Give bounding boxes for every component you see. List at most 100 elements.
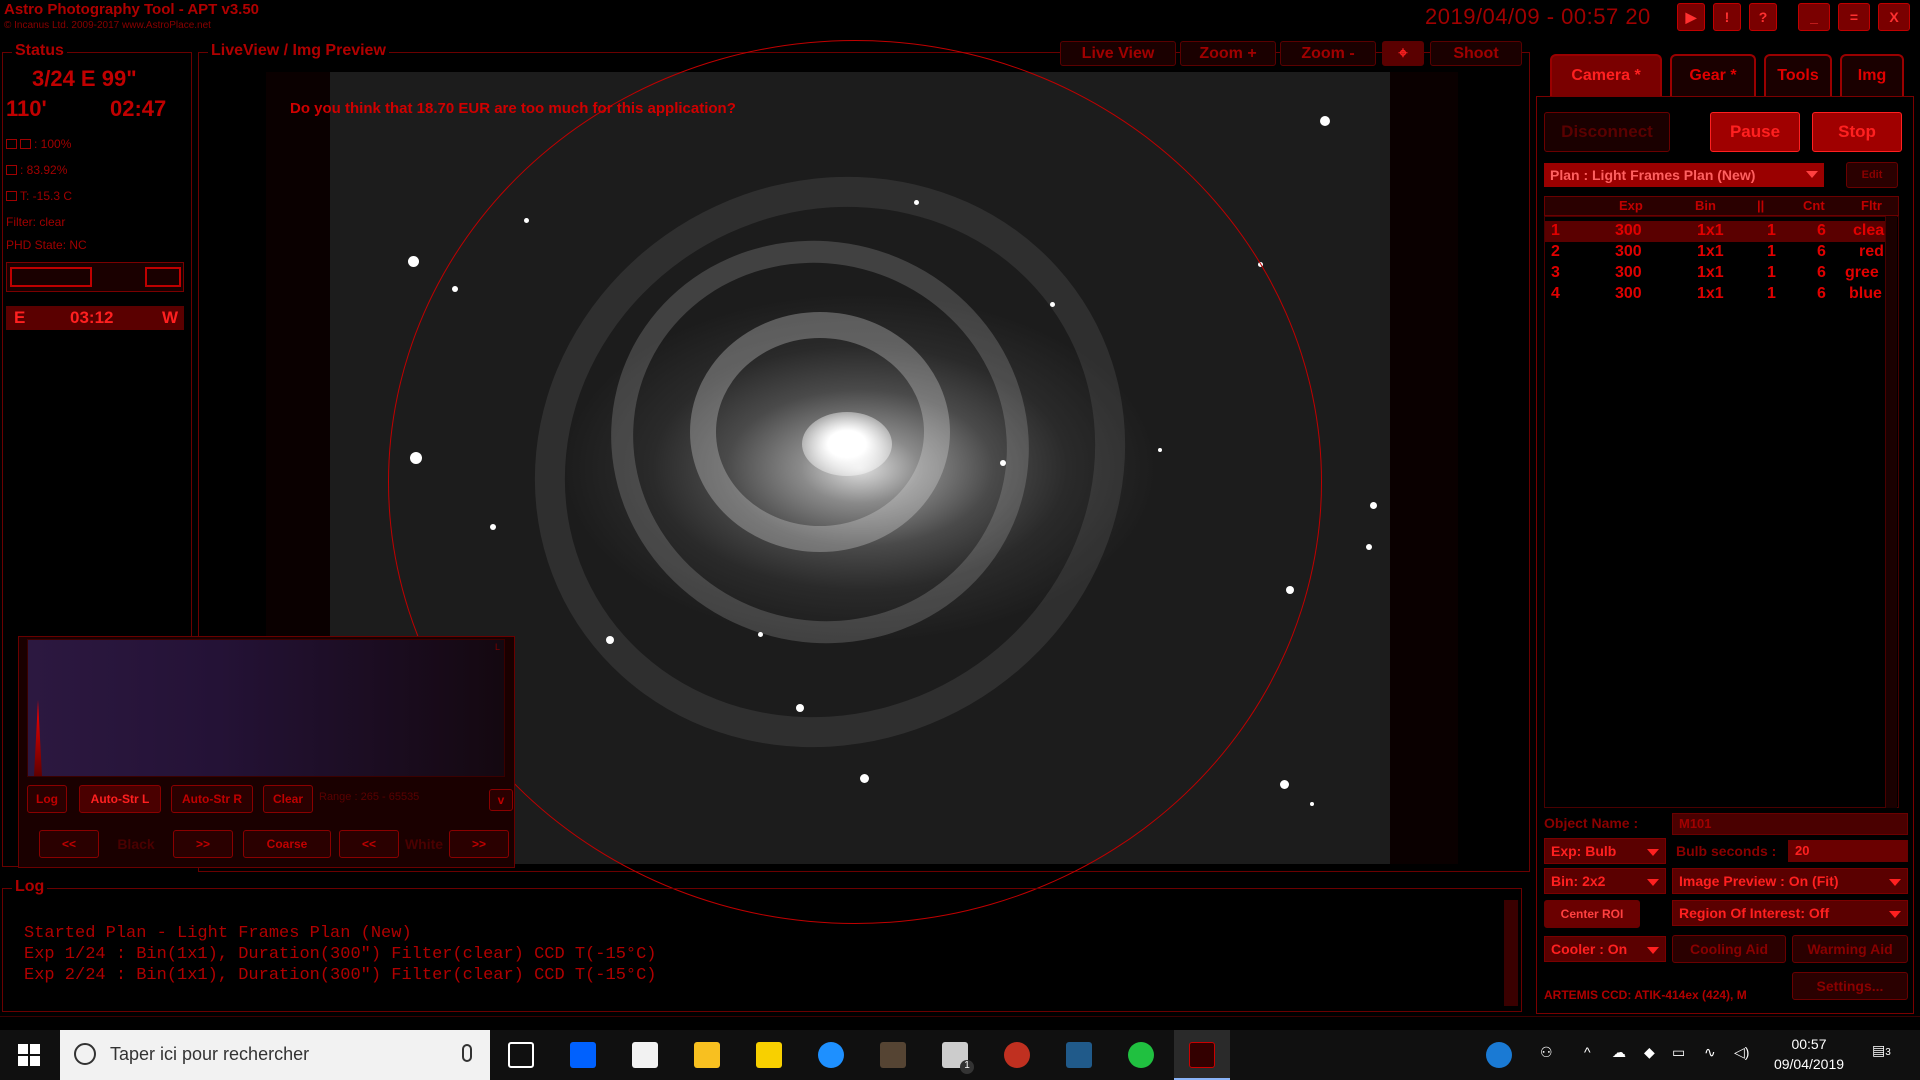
tab-img[interactable]: Img (1840, 54, 1904, 96)
tab-gear[interactable]: Gear * (1670, 54, 1756, 96)
roi-select[interactable]: Region Of Interest: Off (1672, 900, 1908, 926)
log-button[interactable]: Log (27, 785, 67, 813)
white-prev-button[interactable]: << (339, 830, 399, 858)
image-preview-select[interactable]: Image Preview : On (Fit) (1672, 868, 1908, 894)
mount-scope-icon (10, 267, 92, 287)
row-filter: blue (1849, 285, 1882, 302)
camera-icon (6, 139, 17, 149)
stop-button[interactable]: Stop (1812, 112, 1902, 152)
star (1370, 502, 1377, 509)
network-icon[interactable]: ∿ (1704, 1044, 1716, 1061)
auto-stretch-l-button[interactable]: Auto-Str L (79, 785, 161, 813)
bulb-seconds-field[interactable]: 20 (1788, 840, 1908, 862)
plan-scrollbar[interactable] (1885, 216, 1897, 808)
windows-start-icon[interactable] (18, 1044, 40, 1066)
dropbox-icon[interactable] (570, 1042, 596, 1068)
exposure-mode-select[interactable]: Exp: Bulb (1544, 838, 1666, 864)
edge-icon[interactable] (818, 1042, 844, 1068)
row-count: 6 (1817, 243, 1826, 260)
onedrive-icon[interactable]: ☁ (1612, 1044, 1626, 1061)
histogram-range: Range : 265 - 65535 (319, 791, 420, 803)
mail-icon[interactable]: 1 (942, 1042, 974, 1074)
stellarium-icon[interactable] (880, 1042, 906, 1068)
cooler-select[interactable]: Cooler : On (1544, 936, 1666, 962)
log-line: Started Plan - Light Frames Plan (New) (24, 924, 412, 943)
close-button[interactable]: X (1878, 3, 1910, 31)
microphone-icon[interactable] (462, 1044, 472, 1062)
dropbox-tray-icon[interactable]: ◆ (1644, 1044, 1655, 1061)
center-roi-button[interactable]: Center ROI (1544, 900, 1640, 928)
row-filter: gree (1845, 264, 1879, 281)
row-count: 6 (1817, 285, 1826, 302)
plan-select[interactable]: Plan : Light Frames Plan (New) (1544, 163, 1824, 187)
fov-circle (388, 40, 1322, 924)
search-box[interactable]: Taper ici pour rechercher (60, 1030, 490, 1080)
phd-icon[interactable] (1128, 1042, 1154, 1068)
black-next-button[interactable]: >> (173, 830, 233, 858)
file-explorer-icon[interactable] (694, 1042, 720, 1068)
settings-button[interactable]: Settings... (1792, 972, 1908, 1000)
ascom-icon[interactable] (1066, 1042, 1092, 1068)
histogram-chart: L (27, 639, 505, 777)
store-icon[interactable] (632, 1042, 658, 1068)
log-scrollbar[interactable] (1504, 900, 1518, 1006)
star (1320, 116, 1330, 126)
row-number: 2 (1551, 243, 1560, 260)
auto-stretch-r-button[interactable]: Auto-Str R (171, 785, 253, 813)
volume-icon[interactable]: ◁) (1734, 1044, 1749, 1061)
image-preview-value: Image Preview : On (Fit) (1679, 873, 1839, 889)
shoot-button[interactable]: Shoot (1430, 41, 1522, 66)
row-count: 6 (1817, 264, 1826, 281)
white-next-button[interactable]: >> (449, 830, 509, 858)
help-icon[interactable] (1486, 1042, 1512, 1068)
table-row[interactable]: 1 300 1x1 1 6 clea (1545, 221, 1886, 242)
status-title: Status (12, 42, 67, 60)
mount-position-indicator (6, 262, 184, 292)
zoom-out-button[interactable]: Zoom - (1280, 41, 1376, 66)
tray-date[interactable]: 09/04/2019 (1766, 1056, 1852, 1072)
coarse-button[interactable]: Coarse (243, 830, 331, 858)
info-button[interactable]: ! (1713, 3, 1741, 31)
table-row[interactable]: 4 300 1x1 1 6 blue (1545, 284, 1886, 305)
tray-time[interactable]: 00:57 (1772, 1036, 1846, 1052)
liveview-button[interactable]: Live View (1060, 41, 1176, 66)
row-pause: 1 (1767, 222, 1776, 239)
task-view-icon[interactable] (508, 1042, 534, 1068)
battery-tray-icon[interactable]: ▭ (1672, 1044, 1685, 1061)
black-prev-button[interactable]: << (39, 830, 99, 858)
chevron-down-icon[interactable]: v (489, 789, 513, 811)
tab-camera[interactable]: Camera * (1550, 54, 1662, 96)
meridian-east: E (14, 308, 26, 327)
ccd-info: ARTEMIS CCD: ATIK-414ex (424), M (1544, 988, 1747, 1002)
astro-app-icon[interactable] (1004, 1042, 1030, 1068)
notification-icon[interactable]: ▤3 (1872, 1042, 1891, 1059)
crosshair-icon[interactable]: ⌖ (1382, 41, 1424, 66)
chevron-up-icon[interactable]: ^ (1584, 1044, 1591, 1060)
row-exp: 300 (1615, 285, 1642, 302)
apt-taskbar-item[interactable] (1174, 1030, 1230, 1080)
registration-nag: Do you think that 18.70 EUR are too much… (290, 100, 736, 117)
table-row[interactable]: 2 300 1x1 1 6 red (1545, 242, 1886, 263)
play-button[interactable]: ▶ (1677, 3, 1705, 31)
log-title: Log (12, 878, 48, 896)
live-app-icon[interactable] (756, 1042, 782, 1068)
star (1366, 544, 1372, 550)
people-icon[interactable]: ⚇ (1540, 1044, 1553, 1061)
pause-button[interactable]: Pause (1710, 112, 1800, 152)
chevron-down-icon (1889, 911, 1901, 918)
table-row[interactable]: 3 300 1x1 1 6 gree (1545, 263, 1886, 284)
bulb-seconds-label: Bulb seconds : (1676, 843, 1777, 859)
disconnect-button[interactable]: Disconnect (1544, 112, 1670, 152)
maximize-button[interactable]: = (1838, 3, 1870, 31)
bin-select[interactable]: Bin: 2x2 (1544, 868, 1666, 894)
warming-aid-button[interactable]: Warming Aid (1792, 935, 1908, 963)
tab-tools[interactable]: Tools (1764, 54, 1832, 96)
help-button[interactable]: ? (1749, 3, 1777, 31)
edit-plan-button[interactable]: Edit (1846, 162, 1898, 188)
minimize-button[interactable]: _ (1798, 3, 1830, 31)
clear-button[interactable]: Clear (263, 785, 313, 813)
zoom-in-button[interactable]: Zoom + (1180, 41, 1276, 66)
object-name-field[interactable]: M101 (1672, 813, 1908, 835)
cooling-aid-button[interactable]: Cooling Aid (1672, 935, 1786, 963)
histogram-panel: L Log Auto-Str L Auto-Str R Clear Range … (18, 636, 515, 868)
